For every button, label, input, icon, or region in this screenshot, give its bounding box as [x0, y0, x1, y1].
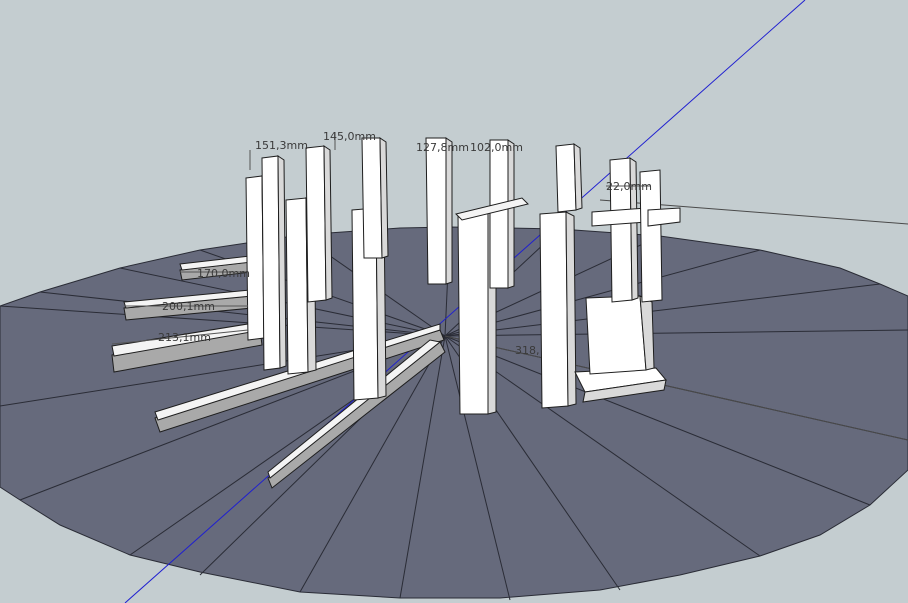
dimension-label[interactable]: 213,1mm — [158, 331, 211, 344]
dimension-label[interactable]: 170,0mm — [197, 267, 250, 280]
dimension-label[interactable]: 318, — [515, 344, 540, 357]
model-viewport[interactable]: 151,3mm 145,0mm 127,8mm 102,0mm 22,0mm 1… — [0, 0, 908, 603]
dimension-label[interactable]: 145,0mm — [323, 130, 376, 143]
dimension-label[interactable]: 102,0mm — [470, 141, 523, 154]
3d-scene[interactable]: 151,3mm 145,0mm 127,8mm 102,0mm 22,0mm 1… — [0, 0, 908, 603]
dimension-label[interactable]: 22,0mm — [606, 180, 652, 193]
ground-disc[interactable] — [0, 226, 908, 599]
dimension-label[interactable]: 200,1mm — [162, 300, 215, 313]
dimension-label[interactable]: 127,8mm — [416, 141, 469, 154]
dimension-label[interactable]: 151,3mm — [255, 139, 308, 152]
